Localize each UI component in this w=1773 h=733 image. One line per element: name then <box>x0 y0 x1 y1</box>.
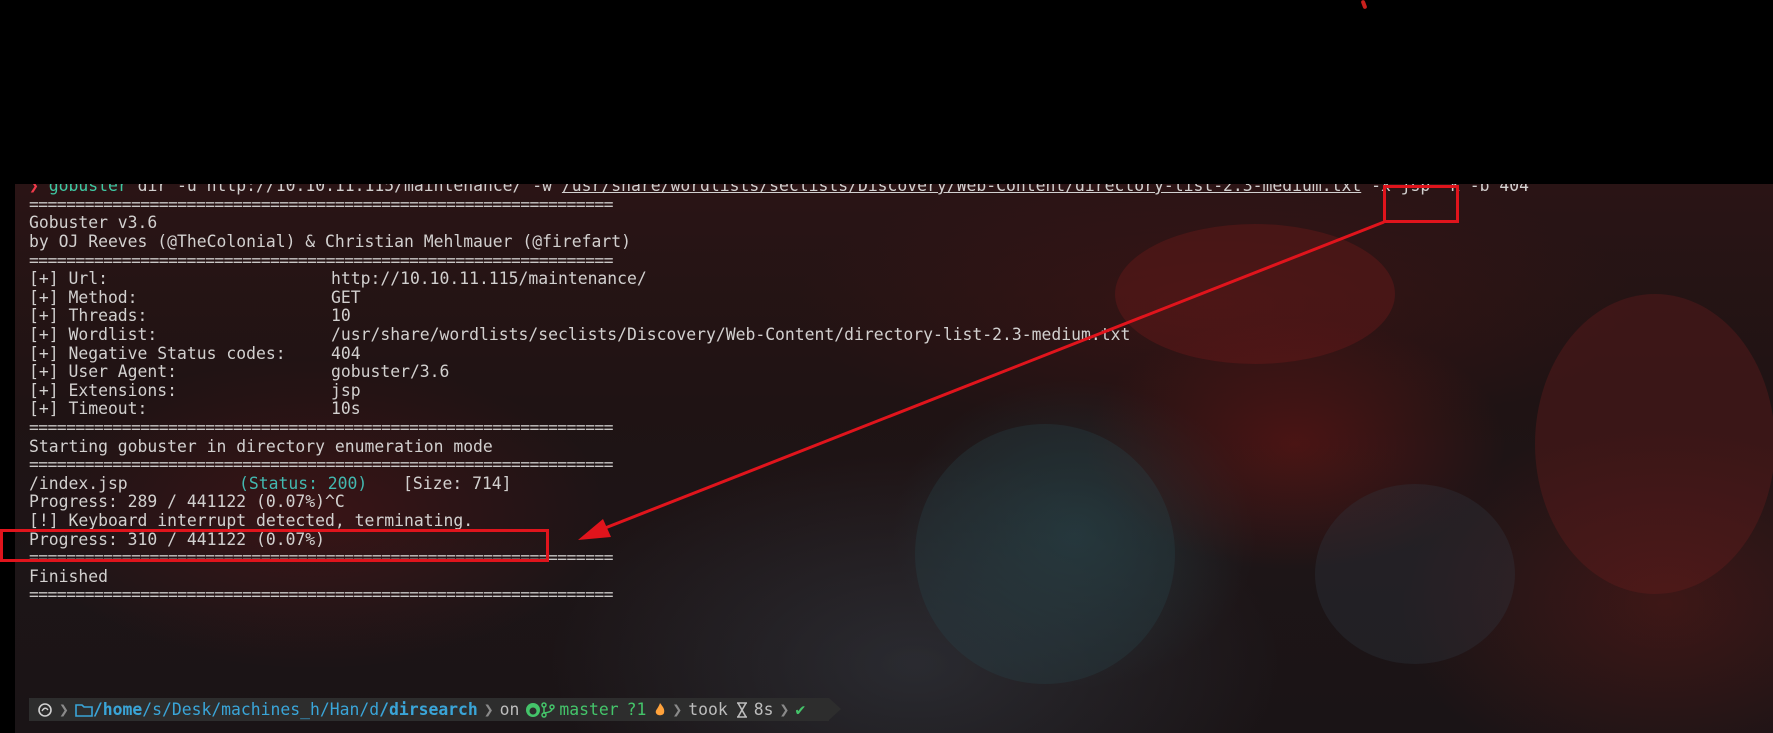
path-desk: /Desk <box>161 700 212 719</box>
git-branch-name: master <box>559 700 619 719</box>
interrupt-message: [!] Keyboard interrupt detected, termina… <box>29 511 474 530</box>
github-icon <box>525 702 541 718</box>
config-row-wordlist: [+] Wordlist: /usr/share/wordlists/seclis… <box>29 324 1130 345</box>
fire-icon <box>654 702 666 718</box>
chevron-right-icon: ❯ <box>779 700 790 719</box>
chevron-right-icon: ❯ <box>672 700 683 719</box>
path-machines: /machines_h <box>211 700 320 719</box>
config-label: [+] Threads: <box>29 306 148 325</box>
git-on-label: on <box>499 700 520 719</box>
wallpaper-shape <box>1535 294 1773 594</box>
banner-authors: by OJ Reeves (@TheColonial) & Christian … <box>29 232 631 251</box>
config-value: http://10.10.11.115/maintenance/ <box>331 269 647 288</box>
path-home: /home <box>92 700 143 719</box>
config-label: [+] User Agent: <box>29 362 178 381</box>
command-wordlist-path: /usr/share/wordlists/seclists/Discovery/… <box>561 184 1362 195</box>
config-label: [+] Url: <box>29 269 108 288</box>
terminal-window[interactable]: ❯ gobuster dir -u http://10.10.11.115/ma… <box>15 184 1773 733</box>
progress-line: Progress: 289 / 441122 (0.07%)^C <box>29 492 345 511</box>
result-size: [Size: 714] <box>403 474 512 493</box>
wallpaper-shape <box>1115 224 1395 364</box>
config-label: [+] Timeout: <box>29 399 148 418</box>
git-status: ?1 <box>626 700 647 719</box>
git-branch-icon <box>541 701 556 718</box>
config-value: 10 <box>331 306 351 325</box>
config-row-user-agent: [+] User Agent: gobuster/3.6 <box>29 361 449 382</box>
top-black-area <box>0 0 1773 184</box>
separator-line: ========================================… <box>29 418 613 437</box>
path-current-dir: /dirsearch <box>379 700 478 719</box>
wallpaper-shape <box>1315 484 1515 664</box>
config-label: [+] Wordlist: <box>29 325 158 344</box>
config-value: gobuster/3.6 <box>331 362 450 381</box>
config-row-timeout: [+] Timeout: 10s <box>29 398 361 419</box>
path-s: /s <box>142 700 162 719</box>
prompt-end-cap <box>829 698 842 720</box>
duration: 8s <box>753 700 774 719</box>
separator-line: ========================================… <box>29 585 613 604</box>
shell-prompt-bar: ❯ /home/s/Desk/machines_h/Han/d/dirsearc… <box>29 698 842 721</box>
chevron-right-icon: ❯ <box>483 700 494 719</box>
separator-line: ========================================… <box>29 455 613 474</box>
hourglass-icon <box>736 701 748 718</box>
success-check-icon: ✔ <box>795 700 806 719</box>
config-value: 10s <box>331 399 361 418</box>
annotation-box-result <box>0 529 549 562</box>
os-logo-icon <box>29 702 53 718</box>
config-row-threads: [+] Threads: 10 <box>29 305 351 326</box>
banner-version: Gobuster v3.6 <box>29 213 158 232</box>
annotation-box-flag <box>1383 185 1459 223</box>
chevron-right-icon: ❯ <box>59 700 69 719</box>
folder-icon <box>75 702 93 717</box>
path-d: /d <box>359 700 380 719</box>
config-row-url: [+] Url: http://10.10.11.115/maintenance/ <box>29 268 647 289</box>
took-label: took <box>688 700 728 719</box>
wallpaper-shape <box>915 424 1175 684</box>
path-han: /Han <box>319 700 360 719</box>
config-value: /usr/share/wordlists/seclists/Discovery/… <box>331 325 1131 344</box>
